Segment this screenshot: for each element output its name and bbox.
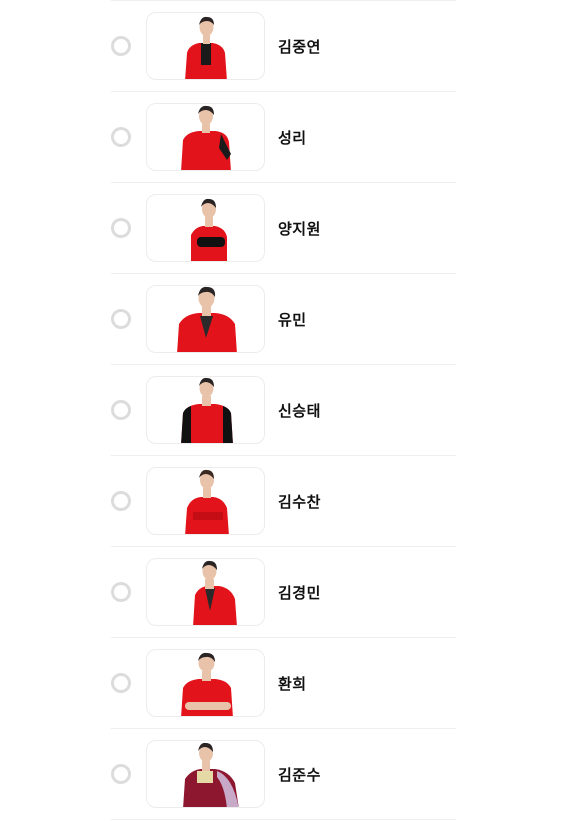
candidate-photo bbox=[146, 376, 265, 444]
candidate-photo bbox=[146, 558, 265, 626]
candidate-row[interactable]: 양지원 bbox=[111, 183, 456, 274]
candidate-row[interactable]: 환희 bbox=[111, 638, 456, 729]
candidate-name: 유민 bbox=[278, 311, 307, 329]
candidate-name: 신승태 bbox=[278, 402, 321, 420]
candidate-name: 김수찬 bbox=[278, 493, 321, 511]
candidate-photo bbox=[146, 12, 265, 80]
radio-button[interactable] bbox=[111, 673, 131, 693]
radio-button[interactable] bbox=[111, 218, 131, 238]
radio-button[interactable] bbox=[111, 491, 131, 511]
candidate-row[interactable]: 김중연 bbox=[111, 0, 456, 92]
candidate-photo bbox=[146, 194, 265, 262]
candidate-photo bbox=[146, 740, 265, 808]
candidate-name: 김경민 bbox=[278, 584, 321, 602]
candidate-row[interactable]: 김준수 bbox=[111, 729, 456, 820]
candidate-row[interactable]: 유민 bbox=[111, 274, 456, 365]
candidate-name: 양지원 bbox=[278, 220, 321, 238]
radio-button[interactable] bbox=[111, 36, 131, 56]
candidate-name: 김중연 bbox=[278, 38, 321, 56]
candidate-photo bbox=[146, 467, 265, 535]
candidate-list: 김중연 성리 양지원 유민 신승태 김수찬 김경민 환희 김준수 bbox=[111, 0, 456, 820]
candidate-photo bbox=[146, 103, 265, 171]
radio-button[interactable] bbox=[111, 127, 131, 147]
candidate-row[interactable]: 김경민 bbox=[111, 547, 456, 638]
candidate-row[interactable]: 김수찬 bbox=[111, 456, 456, 547]
radio-button[interactable] bbox=[111, 309, 131, 329]
radio-button[interactable] bbox=[111, 764, 131, 784]
radio-button[interactable] bbox=[111, 582, 131, 602]
radio-button[interactable] bbox=[111, 400, 131, 420]
candidate-row[interactable]: 성리 bbox=[111, 92, 456, 183]
candidate-row[interactable]: 신승태 bbox=[111, 365, 456, 456]
candidate-photo bbox=[146, 649, 265, 717]
candidate-name: 김준수 bbox=[278, 766, 321, 784]
candidate-name: 성리 bbox=[278, 129, 307, 147]
candidate-photo bbox=[146, 285, 265, 353]
candidate-name: 환희 bbox=[278, 675, 307, 693]
